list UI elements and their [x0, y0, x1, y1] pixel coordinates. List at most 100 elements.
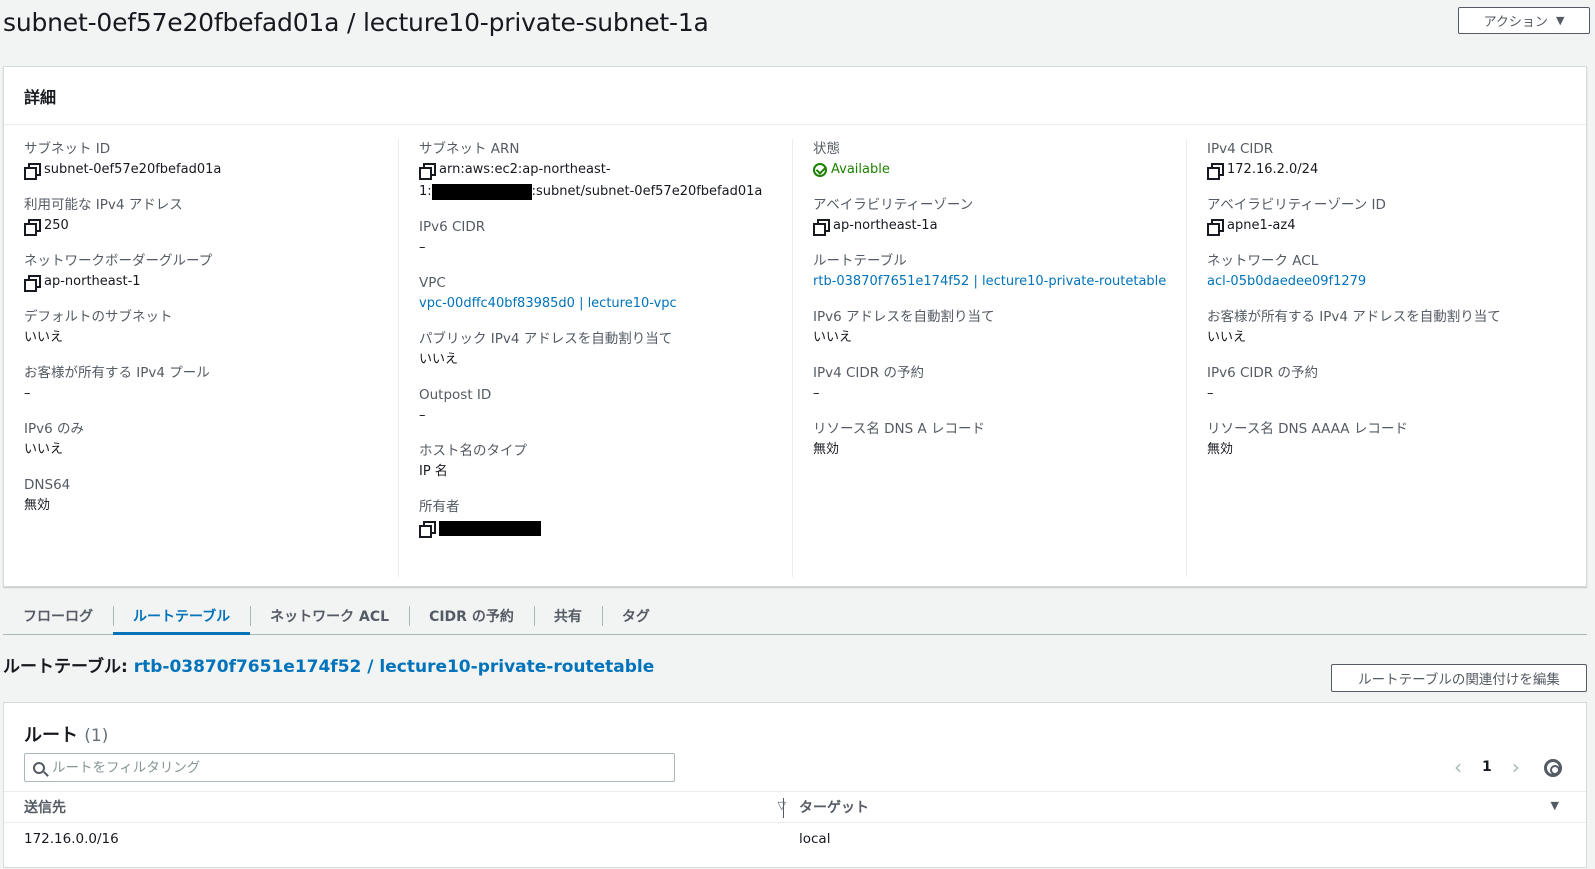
- field-label: サブネット ID: [24, 141, 111, 157]
- routes-count: (1): [84, 726, 109, 746]
- route-destination-cell: 172.16.0.0/16: [24, 831, 119, 847]
- field-label: 状態: [813, 141, 840, 157]
- field-label: IPv6 CIDR の予約: [1207, 365, 1318, 381]
- field-label: IPv4 CIDR: [1207, 141, 1274, 157]
- column-header-label: 送信先: [24, 800, 66, 816]
- details-column-3: 状態 Available アベイラビリティーゾーン ap-northeast-1…: [792, 139, 1186, 577]
- actions-button[interactable]: アクション ▼: [1458, 7, 1590, 34]
- hostname-type-value: IP 名: [419, 464, 448, 479]
- tab-bar: フローログ ルートテーブル ネットワーク ACL CIDR の予約 共有 タグ: [3, 598, 1587, 635]
- routes-panel: ルート (1) ‹ 1 › 送信先 ▽ ターゲット ▼ 172.16.0.0/1…: [3, 702, 1587, 868]
- route-table-heading-prefix: ルートテーブル:: [3, 657, 134, 677]
- copy-icon[interactable]: [24, 275, 41, 292]
- routes-title-label: ルート: [24, 725, 78, 746]
- field-label: デフォルトのサブネット: [24, 309, 173, 325]
- previous-page-icon[interactable]: ‹: [1454, 755, 1462, 779]
- field-label: ネットワークボーダーグループ: [24, 253, 213, 269]
- routes-filter[interactable]: [24, 753, 675, 782]
- field-label: VPC: [419, 275, 446, 291]
- vpc-link[interactable]: vpc-00dffc40bf83985d0 | lecture10-vpc: [419, 293, 677, 315]
- routes-table-header: 送信先 ▽ ターゲット ▼: [4, 791, 1586, 823]
- ipv4-cidr-value: 172.16.2.0/24: [1227, 162, 1319, 177]
- dns-a-record-value: 無効: [813, 442, 840, 457]
- copy-icon[interactable]: [24, 163, 41, 180]
- auto-assign-public-ipv4-value: いいえ: [419, 352, 459, 367]
- field-label: Outpost ID: [419, 387, 492, 403]
- field-label: ルートテーブル: [813, 253, 907, 269]
- field-label: IPv4 CIDR の予約: [813, 365, 924, 381]
- routes-title: ルート (1): [24, 721, 108, 747]
- field-label: リソース名 DNS A レコード: [813, 421, 985, 437]
- field-label: リソース名 DNS AAAA レコード: [1207, 421, 1408, 437]
- details-column-4: IPv4 CIDR 172.16.2.0/24 アベイラビリティーゾーン ID …: [1186, 139, 1586, 577]
- sort-down-icon[interactable]: ▼: [1551, 799, 1559, 812]
- network-border-group-value: ap-northeast-1: [44, 274, 141, 289]
- column-header-target[interactable]: ターゲット ▼: [799, 792, 1559, 822]
- auto-assign-ipv6-value: いいえ: [813, 330, 853, 345]
- page-title: subnet-0ef57e20fbefad01a / lecture10-pri…: [3, 8, 709, 37]
- copy-icon[interactable]: [419, 521, 436, 538]
- copy-icon[interactable]: [24, 219, 41, 236]
- details-column-2: サブネット ARN arn:aws:ec2:ap-northeast- 1: :s…: [398, 139, 792, 577]
- route-table-link[interactable]: rtb-03870f7651e174f52 | lecture10-privat…: [813, 271, 1166, 293]
- details-panel: 詳細 サブネット ID subnet-0ef57e20fbefad01a 利用可…: [3, 66, 1587, 587]
- pagination: ‹ 1 ›: [1454, 755, 1520, 779]
- subnet-arn-value-suffix: :subnet/subnet-0ef57e20fbefad01a: [531, 184, 763, 199]
- sort-down-icon[interactable]: ▽: [778, 799, 786, 812]
- field-label: サブネット ARN: [419, 141, 520, 157]
- auto-assign-customer-ipv4-value: いいえ: [1207, 330, 1247, 345]
- settings-gear-icon[interactable]: [1544, 759, 1562, 777]
- tab-route-table[interactable]: ルートテーブル: [113, 597, 251, 635]
- outpost-id-value: –: [419, 408, 426, 423]
- next-page-icon[interactable]: ›: [1512, 755, 1520, 779]
- field-label: IPv6 アドレスを自動割り当て: [813, 309, 995, 325]
- ipv6-cidr-reservation-value: –: [1207, 386, 1214, 401]
- field-label: ネットワーク ACL: [1207, 253, 1319, 269]
- tab-flow-logs[interactable]: フローログ: [3, 597, 113, 634]
- actions-button-label: アクション: [1483, 15, 1548, 30]
- availability-zone-id-value: apne1-az4: [1227, 218, 1296, 233]
- details-column-1: サブネット ID subnet-0ef57e20fbefad01a 利用可能な …: [4, 139, 398, 577]
- tab-cidr-reservations[interactable]: CIDR の予約: [409, 597, 534, 634]
- field-label: お客様が所有する IPv4 アドレスを自動割り当て: [1207, 309, 1501, 325]
- available-ipv4-value: 250: [44, 218, 69, 233]
- default-subnet-value: いいえ: [24, 330, 64, 345]
- caret-down-icon: ▼: [1555, 14, 1565, 27]
- tab-sharing[interactable]: 共有: [533, 597, 602, 634]
- availability-zone-value: ap-northeast-1a: [833, 218, 938, 233]
- route-table-heading: ルートテーブル: rtb-03870f7651e174f52 / lecture…: [3, 652, 654, 677]
- field-label: 利用可能な IPv4 アドレス: [24, 197, 183, 213]
- redacted-account-id: [431, 184, 532, 200]
- field-label: アベイラビリティーゾーン ID: [1207, 197, 1386, 213]
- tab-network-acl[interactable]: ネットワーク ACL: [250, 597, 409, 634]
- field-label: DNS64: [24, 477, 71, 493]
- customer-owned-pool-value: –: [24, 386, 31, 401]
- route-table-heading-link[interactable]: rtb-03870f7651e174f52 / lecture10-privat…: [134, 657, 655, 677]
- tab-tags[interactable]: タグ: [601, 597, 670, 634]
- subnet-arn-value-prefix: 1:: [419, 184, 432, 199]
- field-label: パブリック IPv4 アドレスを自動割り当て: [419, 331, 673, 347]
- subnet-arn-value-line1: arn:aws:ec2:ap-northeast-: [439, 162, 611, 177]
- field-label: IPv6 CIDR: [419, 219, 486, 235]
- copy-icon[interactable]: [813, 219, 830, 236]
- details-heading: 詳細: [4, 67, 1586, 125]
- network-acl-link[interactable]: acl-05b0daedee09f1279: [1207, 271, 1366, 293]
- dns-aaaa-record-value: 無効: [1207, 442, 1234, 457]
- ipv6-cidr-value: –: [419, 240, 426, 255]
- column-divider[interactable]: [783, 798, 784, 818]
- column-header-destination[interactable]: 送信先 ▽: [24, 792, 786, 822]
- redacted-owner-id: [439, 521, 541, 536]
- subnet-id-value: subnet-0ef57e20fbefad01a: [44, 162, 222, 177]
- field-label: お客様が所有する IPv4 プール: [24, 365, 210, 381]
- field-label: アベイラビリティーゾーン: [813, 197, 974, 213]
- current-page[interactable]: 1: [1482, 759, 1492, 775]
- copy-icon[interactable]: [1207, 163, 1224, 180]
- edit-route-table-association-button[interactable]: ルートテーブルの関連付けを編集: [1331, 664, 1587, 692]
- copy-icon[interactable]: [419, 163, 436, 180]
- search-icon: [33, 761, 45, 774]
- copy-icon[interactable]: [1207, 219, 1224, 236]
- field-label: ホスト名のタイプ: [419, 443, 527, 459]
- check-circle-icon: [813, 163, 827, 177]
- routes-filter-input[interactable]: [52, 759, 612, 776]
- column-header-label: ターゲット: [799, 800, 869, 816]
